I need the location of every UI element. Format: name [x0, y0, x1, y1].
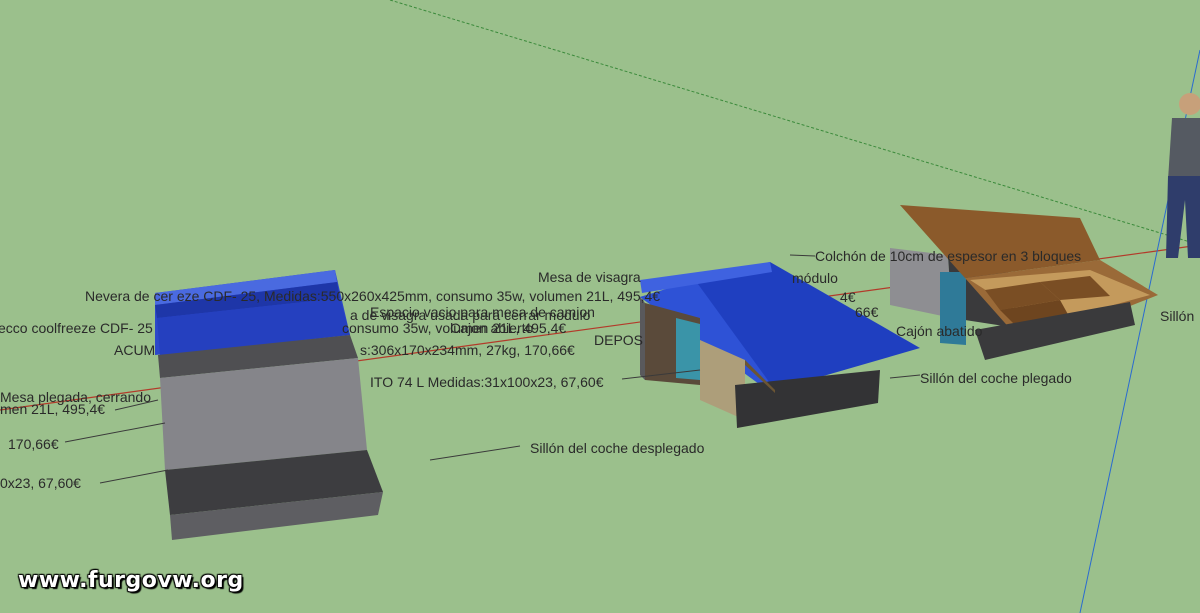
label-volumen-left: men 21L, 495,4€ [0, 401, 105, 417]
label-modulo: módulo [792, 270, 838, 286]
label-sillon-plegado: Sillón del coche plegado [920, 370, 1072, 386]
left-module [155, 270, 383, 540]
label-sillon-right: Sillón [1160, 308, 1194, 324]
label-depos: DEPOS [594, 332, 643, 348]
label-mesa-visagra: Mesa de visagra [538, 269, 641, 285]
sketchup-scene: Nevera de cer eze CDF- 25, Medidas:550x2… [0, 0, 1200, 613]
watermark: www.furgovw.org [18, 568, 244, 593]
middle-module [640, 262, 920, 428]
label-precio-66: 66€ [855, 304, 879, 320]
label-cajon-right: Cajón abatido [896, 323, 983, 339]
label-nevera2: ecco coolfreeze CDF- 25 [0, 320, 153, 336]
label-precio-170: 170,66€ [8, 436, 59, 452]
label-cajon-abierto: Cajon abierto [450, 320, 533, 336]
label-precio-4: 4€ [840, 289, 856, 305]
label-acum-medidas: s:306x170x234mm, 27kg, 170,66€ [360, 342, 575, 358]
label-colchon: Colchón de 10cm de espesor en 3 bloques [815, 248, 1081, 264]
label-acum: ACUM [114, 342, 155, 358]
label-deposito: ITO 74 L Medidas:31x100x23, 67,60€ [370, 374, 604, 390]
label-precio-67: 0x23, 67,60€ [0, 475, 81, 491]
green-axis [389, 0, 1200, 246]
label-sillon-desplegado: Sillón del coche desplegado [530, 440, 705, 456]
person-figure [1166, 93, 1200, 258]
label-nevera: Nevera de cer eze CDF- 25, Medidas:550x2… [85, 288, 660, 304]
